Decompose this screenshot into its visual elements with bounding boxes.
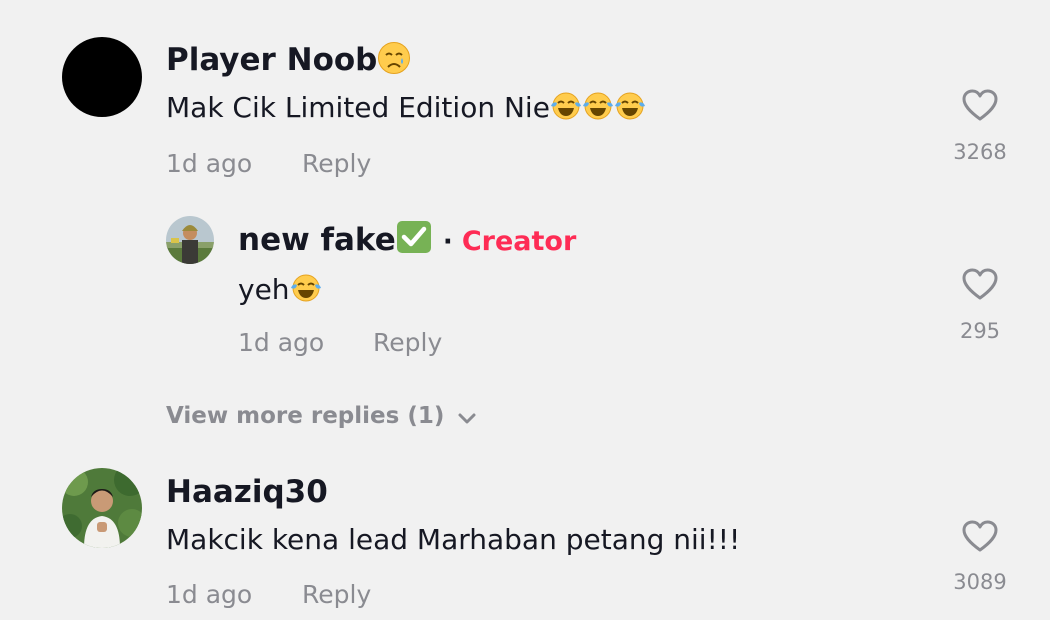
heart-icon xyxy=(962,520,998,552)
user-avatar[interactable] xyxy=(62,468,142,548)
like-count: 3268 xyxy=(953,140,1007,164)
reply-button[interactable]: Reply xyxy=(373,328,442,358)
chevron-down-icon xyxy=(457,410,477,429)
reply-button[interactable]: Reply xyxy=(302,149,371,179)
reply-button[interactable]: Reply xyxy=(302,580,371,610)
check-mark-button-emoji xyxy=(396,220,432,254)
tears-of-joy-emoji xyxy=(550,90,582,122)
view-more-label: View more replies (1) xyxy=(166,403,445,429)
comment-text: Makcik kena lead Marhaban petang nii!!! xyxy=(166,523,741,556)
like-count: 295 xyxy=(959,319,1001,343)
comment-username[interactable]: Haaziq30 xyxy=(166,473,328,511)
like-button[interactable] xyxy=(961,519,999,553)
like-button[interactable] xyxy=(961,88,999,122)
tears-of-joy-emoji xyxy=(614,90,646,122)
heart-icon xyxy=(962,268,998,300)
user-avatar[interactable] xyxy=(166,216,214,264)
tears-of-joy-emoji xyxy=(290,272,322,304)
tears-of-joy-emoji xyxy=(582,90,614,122)
comment-username-row: Player Noob xyxy=(166,41,411,79)
reply-text-row: yeh xyxy=(238,272,322,308)
creator-badge: Creator xyxy=(461,226,577,257)
comment-text: Mak Cik Limited Edition Nie xyxy=(166,91,550,124)
like-button[interactable] xyxy=(961,267,999,301)
crying-face-emoji xyxy=(377,41,411,75)
comment-item: Haaziq30 Makcik kena lead Marhaban petan… xyxy=(0,450,1050,620)
comment-timestamp: 1d ago xyxy=(166,149,253,178)
like-count: 3089 xyxy=(953,570,1007,594)
reply-username[interactable]: new fake xyxy=(238,222,396,258)
comment-item: Player Noob Mak Cik Limited Edition Nie … xyxy=(0,0,1050,200)
reply-timestamp: 1d ago xyxy=(238,328,325,357)
reply-username-row: new fake · Creator xyxy=(238,220,576,261)
reply-text: yeh xyxy=(238,273,290,306)
user-avatar[interactable] xyxy=(62,37,142,117)
comment-timestamp: 1d ago xyxy=(166,580,253,609)
reply-item: new fake · Creator yeh 1d ago Reply 295 xyxy=(0,200,1050,370)
separator-dot: · xyxy=(442,227,453,257)
comment-username[interactable]: Player Noob xyxy=(166,42,377,78)
comment-text-row: Mak Cik Limited Edition Nie xyxy=(166,90,646,126)
view-more-replies-button[interactable]: View more replies (1) xyxy=(166,401,477,431)
heart-icon xyxy=(962,89,998,121)
